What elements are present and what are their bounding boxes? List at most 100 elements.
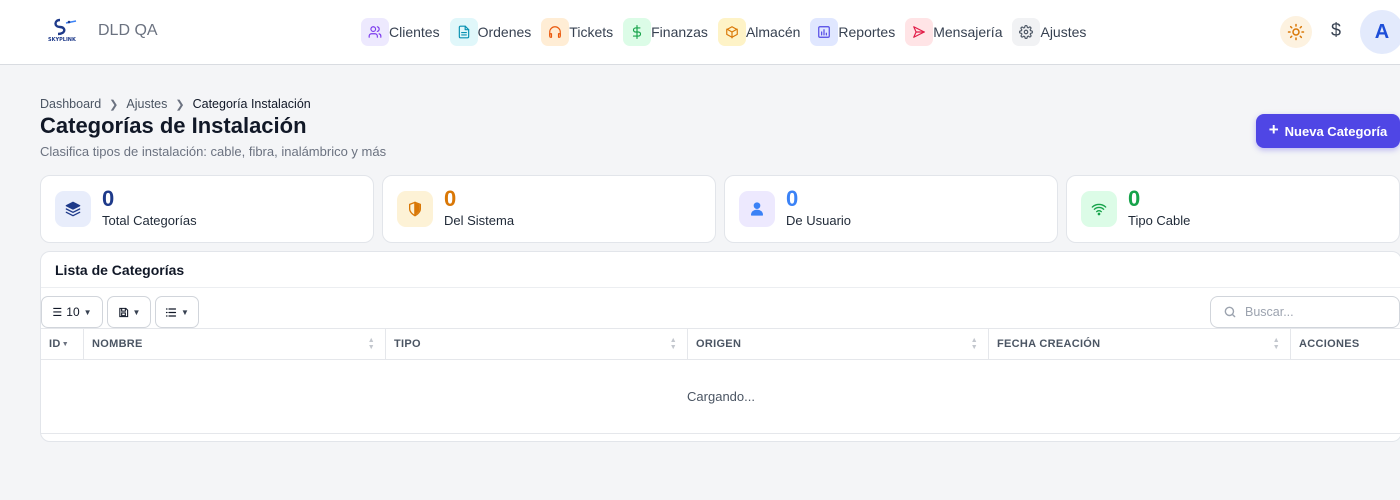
new-category-button[interactable]: + Nueva Categoría (1256, 114, 1400, 148)
divider (41, 287, 1400, 288)
box-icon (726, 26, 738, 39)
nav-label: Mensajería (933, 24, 1003, 40)
document-icon (458, 25, 469, 39)
breadcrumb-dashboard[interactable]: Dashboard (40, 97, 101, 111)
sun-icon (1287, 23, 1305, 41)
breadcrumb-current: Categoría Instalación (192, 97, 311, 111)
stat-card: 0 Total Categorías (40, 175, 374, 243)
list-lines-icon: ☰ (52, 306, 63, 319)
export-button[interactable]: ▼ (107, 296, 151, 328)
nav-item-ajustes[interactable]: Ajustes (1012, 18, 1090, 46)
new-category-label: Nueva Categoría (1284, 123, 1388, 139)
layers-icon (65, 201, 81, 217)
sort-icon: ▲ ▼ (1272, 337, 1280, 351)
user-avatar[interactable]: A (1360, 10, 1400, 54)
nav-icon-wrap (810, 18, 839, 46)
user-icon (751, 202, 763, 216)
breadcrumb: Dashboard ❯ Ajustes ❯ Categoría Instalac… (40, 97, 311, 111)
nav-item-reportes[interactable]: Reportes (810, 18, 899, 46)
column-header[interactable]: ACCIONES (1291, 329, 1400, 359)
breadcrumb-ajustes[interactable]: Ajustes (126, 97, 167, 111)
column-header[interactable]: TIPO ▲ ▼ (386, 329, 688, 359)
stat-card: 0 Tipo Cable (1066, 175, 1400, 243)
stat-value: 0 (102, 186, 115, 211)
column-header[interactable]: ID ▼ (41, 329, 84, 359)
stat-value: 0 (1128, 186, 1141, 211)
top-navbar: SKYPLINK DLD QA Clientes Ordenes Tickets Fi… (0, 0, 1400, 65)
stat-icon-wrap (739, 191, 775, 227)
caret-down-icon: ▼ (132, 307, 141, 317)
stat-value: 0 (786, 186, 799, 211)
stat-label: De Usuario (786, 213, 852, 228)
nav-icon-wrap (449, 18, 478, 46)
panel-title: Lista de Categorías (55, 262, 185, 278)
categories-panel: Lista de Categorías ☰ 10 ▼ ▼ ▼ ID▼NOMBRE… (40, 251, 1400, 442)
table-header: ID ▼ NOMBRE ▲ ▼ TIPO ▲ ▼ ORIGEN ▲ ▼ FECHA CREACIÓN ▲… (41, 328, 1400, 360)
column-label: ACCIONES (1299, 338, 1360, 350)
nav-label: Tickets (569, 24, 614, 40)
columns-button[interactable]: ▼ (155, 296, 199, 328)
dollar-icon (633, 25, 642, 39)
page-size-select[interactable]: ☰ 10 ▼ (41, 296, 103, 328)
sort-desc-icon: ▼ (61, 341, 69, 348)
page-subtitle: Clasifica tipos de instalación: cable, f… (40, 144, 387, 159)
bar-chart-icon (818, 26, 831, 38)
stat-label: Tipo Cable (1128, 213, 1191, 228)
svg-text:SKYPLINK: SKYPLINK (48, 37, 77, 43)
search-icon (1224, 306, 1236, 318)
list-icon (165, 307, 177, 317)
column-label: FECHA CREACIÓN (997, 338, 1101, 350)
nav-label: Clientes (389, 24, 440, 40)
chevron-right-icon: ❯ (109, 98, 119, 111)
nav-icon-wrap (623, 18, 652, 46)
stat-icon-wrap (1081, 191, 1117, 227)
caret-down-icon: ▼ (181, 307, 189, 317)
stat-icon-wrap (55, 191, 91, 227)
currency-button[interactable]: $ (1326, 20, 1346, 44)
save-icon (118, 307, 128, 317)
nav-label: Reportes (838, 24, 896, 40)
sort-icon: ▲ ▼ (367, 337, 375, 351)
nav-item-tickets[interactable]: Tickets (541, 18, 617, 46)
column-label: ID (49, 338, 61, 350)
column-header[interactable]: FECHA CREACIÓN ▲ ▼ (989, 329, 1291, 359)
nav-icon-wrap (717, 18, 746, 46)
column-label: ORIGEN (696, 338, 742, 350)
search-box (1210, 296, 1400, 328)
theme-toggle-button[interactable] (1280, 16, 1312, 48)
stat-card: 0 De Usuario (724, 175, 1058, 243)
page-title: Categorías de Instalación (40, 113, 307, 138)
nav-icon-wrap (361, 18, 389, 46)
column-header[interactable]: NOMBRE ▲ ▼ (84, 329, 386, 359)
wifi-icon (1091, 203, 1107, 216)
nav-item-clientes[interactable]: Clientes (361, 18, 444, 46)
stat-icon-wrap (397, 191, 433, 227)
nav-label: Almacén (745, 24, 801, 40)
column-label: TIPO (394, 338, 421, 350)
brand-logo[interactable]: SKYPLINK (46, 18, 82, 44)
main-nav: Clientes Ordenes Tickets Finanzas Almacén Rep… (361, 18, 1090, 46)
send-icon (913, 26, 926, 38)
nav-icon-wrap (541, 18, 570, 46)
users-icon (368, 26, 382, 38)
stat-card: 0 Del Sistema (382, 175, 716, 243)
loading-message: Cargando... (41, 360, 1400, 434)
page-size-value: 10 (66, 305, 80, 319)
stat-label: Del Sistema (444, 213, 515, 228)
nav-item-almacén[interactable]: Almacén (717, 18, 804, 46)
nav-item-ordenes[interactable]: Ordenes (449, 18, 536, 46)
nav-label: Ordenes (477, 24, 532, 40)
caret-down-icon: ▼ (83, 307, 92, 317)
stat-label: Total Categorías (102, 213, 197, 228)
sort-icon: ▲ ▼ (669, 337, 677, 351)
nav-item-mensajería[interactable]: Mensajería (905, 18, 1006, 46)
sort-icon: ▲ ▼ (970, 337, 978, 351)
stat-value: 0 (444, 186, 457, 211)
app-brand-name[interactable]: DLD QA (98, 22, 158, 40)
search-input[interactable] (1245, 305, 1385, 319)
nav-item-finanzas[interactable]: Finanzas (623, 18, 712, 46)
chevron-right-icon: ❯ (175, 98, 185, 111)
column-header[interactable]: ORIGEN ▲ ▼ (688, 329, 989, 359)
column-label: NOMBRE (92, 338, 143, 350)
nav-label: Ajustes (1040, 24, 1087, 40)
